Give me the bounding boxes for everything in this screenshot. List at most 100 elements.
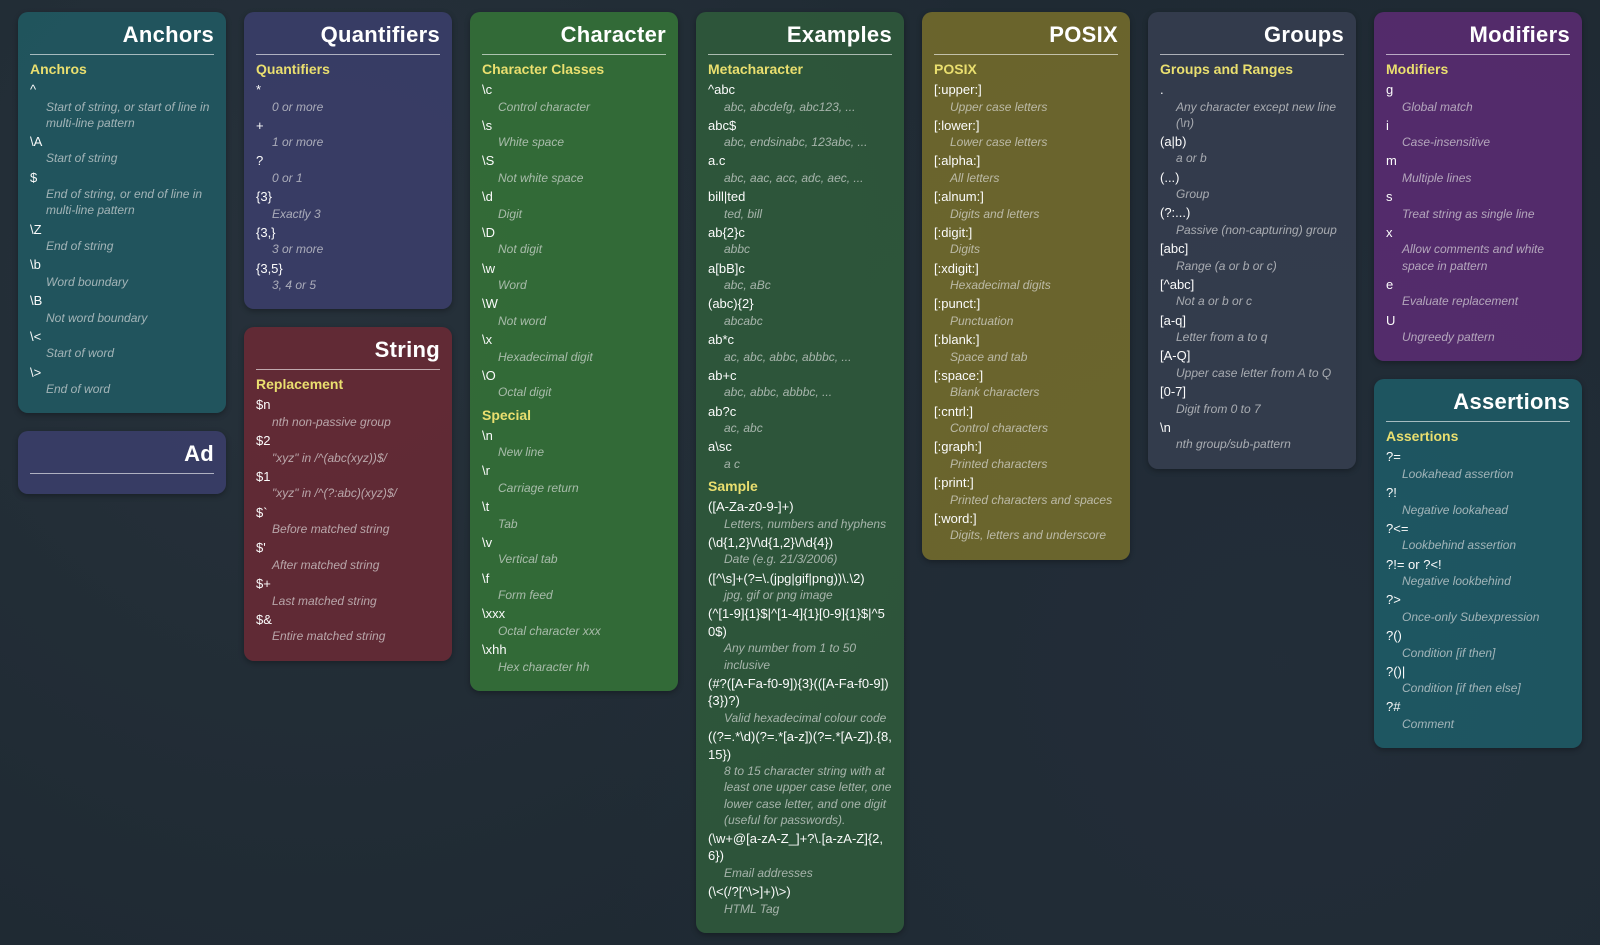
description: Digit from 0 to 7: [1176, 401, 1344, 417]
term: [0-7]: [1160, 383, 1344, 401]
term: [:lower:]: [934, 117, 1118, 135]
term: ([A-Za-z0-9-]+): [708, 498, 892, 516]
description: Once-only Subexp­ression: [1402, 609, 1570, 625]
term: bill|ted: [708, 188, 892, 206]
term: ([^\s]+(?=\.(jpg|gif|png))\.\2): [708, 570, 892, 588]
term: \B: [30, 292, 214, 310]
term: (\w+@[a-zA-Z_]+?\.[a-zA-Z]{2,6}): [708, 830, 892, 865]
description: Digits: [950, 241, 1118, 257]
term: \xhh: [482, 641, 666, 659]
term: [:blank:]: [934, 331, 1118, 349]
term: \w: [482, 260, 666, 278]
description: Date (e.g. 21/3/2006): [724, 551, 892, 567]
term: *: [256, 81, 440, 99]
term: \r: [482, 462, 666, 480]
description: Hexade­cimal digit: [498, 349, 666, 365]
description: Not word boundary: [46, 310, 214, 326]
term: abc$: [708, 117, 892, 135]
description: Word: [498, 277, 666, 293]
term: +: [256, 117, 440, 135]
term: [a-q]: [1160, 312, 1344, 330]
section-heading: Anchros: [30, 61, 214, 77]
section-heading: Assertions: [1386, 428, 1570, 444]
term: \W: [482, 295, 666, 313]
term: \D: [482, 224, 666, 242]
card-assertions: AssertionsAssertions?=Lookahead assertio…: [1374, 379, 1582, 748]
term: [:upper:]: [934, 81, 1118, 99]
term: (#?([A-Fa-f0-9]){3}(([A-Fa-f0-9]){3})?): [708, 675, 892, 710]
description: Blank characters: [950, 384, 1118, 400]
term: ab?c: [708, 403, 892, 421]
term: ?=: [1386, 448, 1570, 466]
description: Not white space: [498, 170, 666, 186]
description: Not word: [498, 313, 666, 329]
card-modifiers: ModifiersModifiersgGlobal matchiCase-i­n…: [1374, 12, 1582, 361]
column-6: ModifiersModifiersgGlobal matchiCase-i­n…: [1374, 12, 1582, 748]
description: Treat string as single line: [1402, 206, 1570, 222]
card-title: Examples: [708, 20, 892, 55]
term: ?()|: [1386, 663, 1570, 681]
description: Digits and letters: [950, 206, 1118, 222]
description: New line: [498, 444, 666, 460]
description: Upper case letters: [950, 99, 1118, 115]
term: ((?=.*\d)(?=.*[a-z])(?=.*[A-Z]).{8,15}): [708, 728, 892, 763]
card-string: StringReplacement$nnth non-pa­ssive grou…: [244, 327, 452, 660]
term: \s: [482, 117, 666, 135]
description: Evaluate replac­ement: [1402, 293, 1570, 309]
term: [:xdigit:]: [934, 260, 1118, 278]
term: ?!: [1386, 484, 1570, 502]
term: \d: [482, 188, 666, 206]
description: Control characters: [950, 420, 1118, 436]
term: e: [1386, 276, 1570, 294]
term: ?>: [1386, 591, 1570, 609]
term: (?:...): [1160, 204, 1344, 222]
description: abc, aac, acc, adc, aec, ...: [724, 170, 892, 186]
term: \A: [30, 133, 214, 151]
term: i: [1386, 117, 1570, 135]
term: \S: [482, 152, 666, 170]
description: abbc: [724, 241, 892, 257]
description: Last matched string: [272, 593, 440, 609]
term: $': [256, 539, 440, 557]
term: \t: [482, 498, 666, 516]
description: "­xyz­" in /^(?:a­bc)­(xyz)$/: [272, 485, 440, 501]
description: jpg, gif or png image: [724, 587, 892, 603]
section-heading: POSIX: [934, 61, 1118, 77]
term: \c: [482, 81, 666, 99]
term: \xxx: [482, 605, 666, 623]
description: ted, bill: [724, 206, 892, 222]
description: Valid hexadecimal colour code: [724, 710, 892, 726]
description: abc, aBc: [724, 277, 892, 293]
term: (a|b): [1160, 133, 1344, 151]
card-title: Groups: [1160, 20, 1344, 55]
term: (^[1-9]{1}$|^[1-4]{1}[0-9]{1}$|^50$): [708, 605, 892, 640]
column-1: QuantifiersQuantifiers*0 or more+1 or mo…: [244, 12, 452, 661]
description: Word boundary: [46, 274, 214, 290]
card-title: Assertions: [1386, 387, 1570, 422]
section-heading: Special: [482, 407, 666, 423]
term: [:alpha:]: [934, 152, 1118, 170]
column-3: ExamplesMetacharacter^abcabc, abcdefg, a…: [696, 12, 904, 933]
description: Lookbehind assertion: [1402, 537, 1570, 553]
term: [:graph:]: [934, 438, 1118, 456]
description: White space: [498, 134, 666, 150]
term: x: [1386, 224, 1570, 242]
card-title: Anchors: [30, 20, 214, 55]
card-character: CharacterCharacter Classes\cControl char…: [470, 12, 678, 691]
description: Lower case letters: [950, 134, 1118, 150]
description: Email addresses: [724, 865, 892, 881]
description: 0 or 1: [272, 170, 440, 186]
term: s: [1386, 188, 1570, 206]
description: HTML Tag: [724, 901, 892, 917]
description: Any character except new line (\n): [1176, 99, 1344, 131]
description: End of string: [46, 238, 214, 254]
description: Letter from a to q: [1176, 329, 1344, 345]
term: U: [1386, 312, 1570, 330]
term: [A-Q]: [1160, 347, 1344, 365]
description: Not digit: [498, 241, 666, 257]
term: $: [30, 169, 214, 187]
term: a.c: [708, 152, 892, 170]
description: Negative lookahead: [1402, 502, 1570, 518]
section-heading: Character Classes: [482, 61, 666, 77]
description: "­xyz­" in /^(abc­(xy­z))$/: [272, 450, 440, 466]
